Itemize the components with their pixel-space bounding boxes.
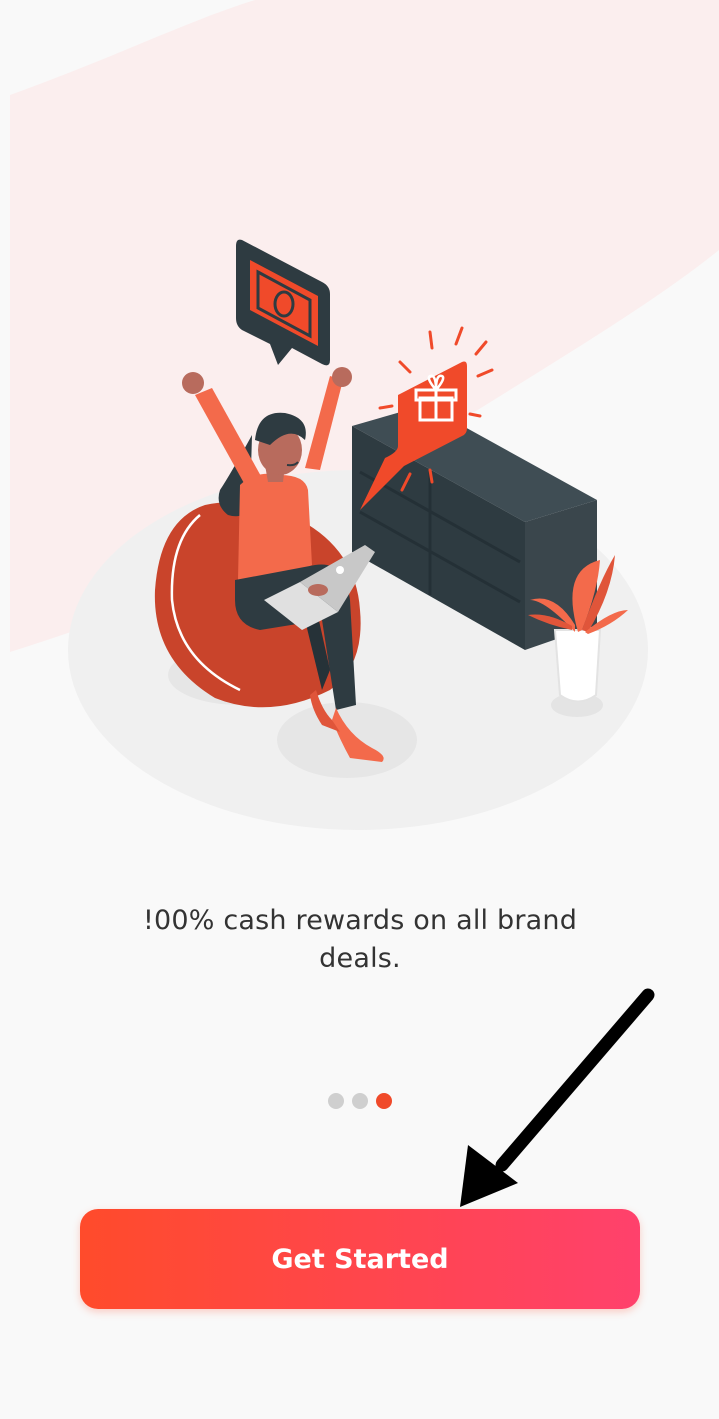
page-dot-1 bbox=[327, 1093, 344, 1109]
get-started-button[interactable]: Get Started bbox=[80, 1209, 640, 1309]
onboarding-caption: !00% cash rewards on all brand deals. bbox=[142, 905, 578, 974]
page-dot-3-active bbox=[375, 1093, 392, 1109]
page-dot-2 bbox=[351, 1093, 368, 1109]
arrow-pointer-icon bbox=[460, 988, 655, 1207]
woman-celebrating-rewards-illustration bbox=[68, 239, 648, 830]
cash-chat-bubble-icon bbox=[236, 239, 330, 366]
